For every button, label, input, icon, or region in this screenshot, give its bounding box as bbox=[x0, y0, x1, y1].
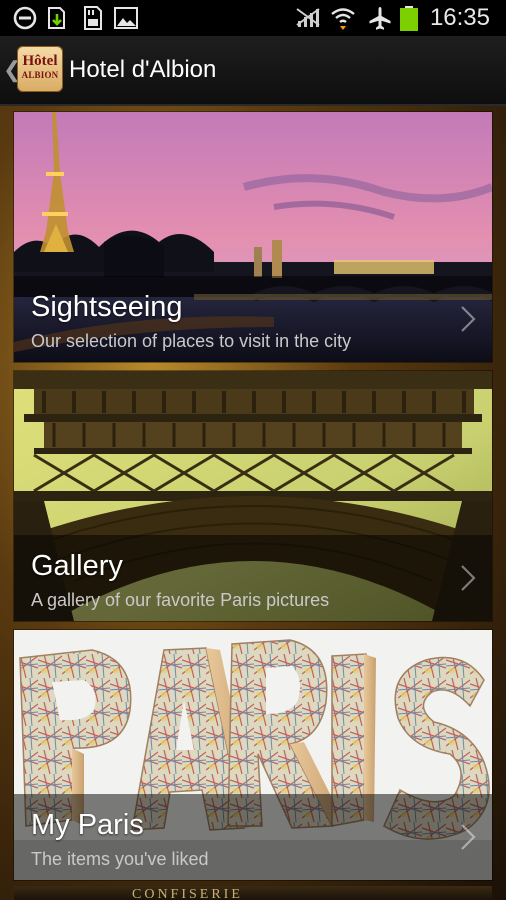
sd-card-icon bbox=[84, 6, 102, 30]
app-screen: 16:35 ❮ Hôtel ALBION Hotel d'Albion Sigh… bbox=[0, 0, 506, 900]
status-bar: 16:35 bbox=[0, 0, 506, 36]
clock-time: 16:35 bbox=[429, 4, 490, 31]
logo-text-line2: ALBION bbox=[21, 70, 59, 80]
card-title: Sightseeing bbox=[31, 291, 183, 323]
card-my-paris[interactable]: My Paris The items you've liked bbox=[14, 630, 492, 880]
battery-icon bbox=[400, 6, 418, 31]
next-card-peek[interactable]: CONFISERIE bbox=[14, 886, 492, 900]
card-subtitle: A gallery of our favorite Paris pictures bbox=[31, 590, 330, 610]
card-subtitle: Our selection of places to visit in the … bbox=[31, 331, 352, 351]
card-title: My Paris bbox=[31, 809, 144, 841]
next-card-peek-text: CONFISERIE bbox=[132, 887, 243, 900]
chevron-right-icon bbox=[461, 565, 476, 591]
logo-text-line1: Hôtel bbox=[22, 53, 58, 69]
wifi-icon bbox=[331, 8, 355, 30]
app-logo[interactable]: Hôtel ALBION bbox=[17, 46, 63, 92]
card-title: Gallery bbox=[31, 550, 123, 582]
signal-off-icon bbox=[296, 8, 320, 27]
image-icon bbox=[114, 7, 138, 29]
block-icon bbox=[13, 6, 37, 30]
card-subtitle: The items you've liked bbox=[31, 849, 209, 869]
action-bar: ❮ Hôtel ALBION Hotel d'Albion bbox=[0, 36, 506, 106]
chevron-right-icon bbox=[461, 306, 476, 332]
airplane-icon bbox=[369, 7, 391, 30]
download-icon bbox=[48, 7, 65, 29]
card-sightseeing[interactable]: Sightseeing Our selection of places to v… bbox=[14, 112, 492, 362]
card-gallery[interactable]: Gallery A gallery of our favorite Paris … bbox=[14, 371, 492, 621]
chevron-right-icon bbox=[461, 824, 476, 850]
app-title: Hotel d'Albion bbox=[69, 56, 217, 83]
